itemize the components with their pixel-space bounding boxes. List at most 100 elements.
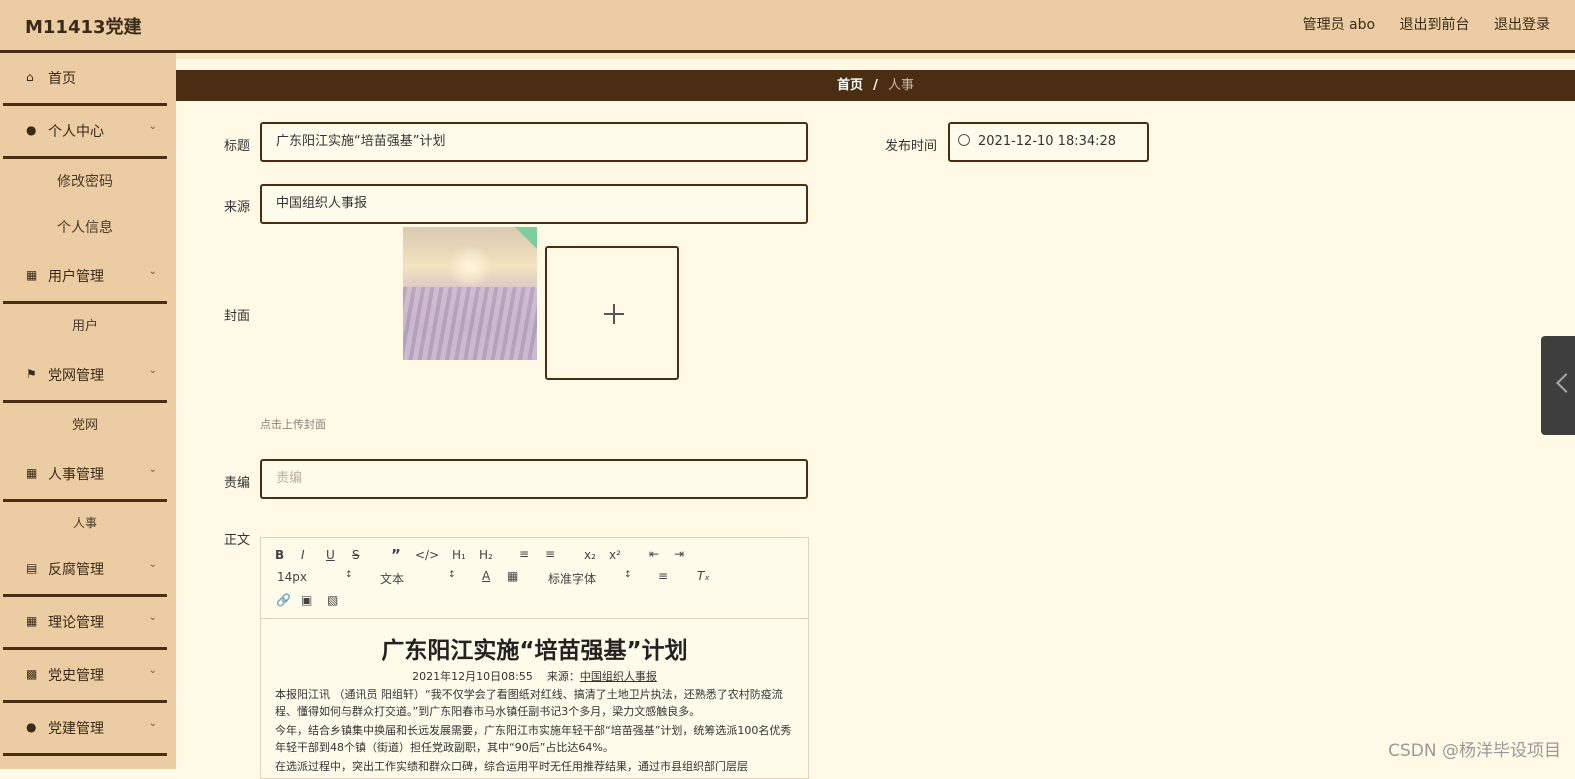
sidebar-item-label: 用户管理 bbox=[48, 269, 104, 285]
rich-text-editor[interactable]: B I U S ” </> H₁ H₂ ≡ ≡ x₂ x² ⇤ ⇥ 14px ↕… bbox=[260, 537, 809, 779]
bold-icon[interactable]: B bbox=[275, 548, 284, 562]
sidebar-item-label: 首页 bbox=[48, 71, 76, 87]
source-input[interactable]: 中国组织人事报 bbox=[260, 184, 808, 224]
sidebar-sub-personal-info[interactable]: 个人信息 bbox=[3, 205, 167, 251]
subscript-icon[interactable]: x₂ bbox=[584, 548, 596, 562]
sidebar-item-label: 党网管理 bbox=[48, 368, 104, 384]
sidebar-sub-party-web[interactable]: 党网 bbox=[3, 403, 167, 449]
app-title: M11413党建 bbox=[25, 17, 142, 38]
chevron-left-icon bbox=[1556, 373, 1575, 393]
bullet-list-icon[interactable]: ≡ bbox=[545, 547, 555, 561]
header-actions: 管理员 abo 退出到前台 退出登录 bbox=[1283, 14, 1550, 34]
chevron-updown-icon: ↕ bbox=[448, 570, 456, 580]
upload-success-icon bbox=[515, 227, 537, 249]
sidebar: ⌂ 首页 ● 个人中心 ⌄ 修改密码 个人信息 ▦ 用户管理 ⌄ 用户 ⚑ 党网… bbox=[0, 53, 176, 769]
chevron-down-icon: ⌄ bbox=[148, 612, 157, 623]
article-date: 2021年12月10日08:55 bbox=[412, 670, 533, 683]
font-family-select[interactable]: 标准字体 bbox=[548, 570, 596, 587]
article-source[interactable]: 中国组织人事报 bbox=[580, 670, 657, 683]
cover-upload-hint: 点击上传封面 bbox=[260, 418, 326, 431]
article-source-label: 来源： bbox=[546, 670, 580, 683]
edit-form: 标题 广东阳江实施“培苗强基”计划 发布时间 2021-12-10 18:34:… bbox=[176, 101, 1575, 779]
sidebar-sub-change-password[interactable]: 修改密码 bbox=[3, 159, 167, 205]
editor-content[interactable]: 广东阳江实施“培苗强基”计划 2021年12月10日08:55 来源：中国组织人… bbox=[261, 619, 808, 775]
publish-time-value: 2021-12-10 18:34:28 bbox=[978, 134, 1117, 149]
breadcrumb-home[interactable]: 首页 bbox=[837, 78, 863, 93]
to-front-link[interactable]: 退出到前台 bbox=[1400, 17, 1470, 33]
sidebar-item-theory[interactable]: ▦ 理论管理 ⌄ bbox=[3, 597, 167, 650]
background-color-icon[interactable]: ▦ bbox=[507, 569, 518, 583]
publish-time-input[interactable]: 2021-12-10 18:34:28 bbox=[948, 122, 1149, 162]
text-color-icon[interactable]: A bbox=[482, 569, 490, 583]
chevron-updown-icon: ↕ bbox=[345, 570, 353, 580]
sidebar-item-party-history[interactable]: ▩ 党史管理 ⌄ bbox=[3, 650, 167, 703]
strike-icon[interactable]: S bbox=[352, 548, 360, 562]
title-input[interactable]: 广东阳江实施“培苗强基”计划 bbox=[260, 122, 808, 162]
grid-icon: ▦ bbox=[26, 466, 38, 480]
heading1-icon[interactable]: H₁ bbox=[452, 548, 466, 562]
grid-icon: ▦ bbox=[26, 268, 38, 282]
cover-image-sun bbox=[448, 245, 492, 289]
superscript-icon[interactable]: x² bbox=[609, 548, 621, 562]
cover-image-field bbox=[403, 287, 537, 360]
publish-time-label: 发布时间 bbox=[885, 139, 938, 154]
ordered-list-icon[interactable]: ≡ bbox=[519, 547, 529, 561]
chevron-down-icon: ⌄ bbox=[148, 464, 157, 475]
side-drawer-toggle[interactable] bbox=[1541, 336, 1575, 435]
cover-upload-button[interactable] bbox=[545, 246, 679, 380]
indent-icon[interactable]: ⇥ bbox=[674, 547, 684, 561]
sidebar-item-party-building[interactable]: ● 党建管理 ⌄ bbox=[3, 703, 167, 756]
chevron-down-icon: ⌄ bbox=[148, 365, 157, 376]
code-icon[interactable]: </> bbox=[415, 548, 439, 562]
sidebar-sub-hr[interactable]: 人事 bbox=[3, 502, 167, 544]
home-icon: ⌂ bbox=[26, 70, 34, 84]
source-label: 来源 bbox=[224, 200, 251, 215]
editor-toolbar: B I U S ” </> H₁ H₂ ≡ ≡ x₂ x² ⇤ ⇥ 14px ↕… bbox=[261, 538, 808, 619]
article-paragraph: 今年，结合乡镇集中换届和长远发展需要，广东阳江市实施年轻干部“培苗强基”计划，统… bbox=[275, 724, 792, 754]
sidebar-item-hr-management[interactable]: ▦ 人事管理 ⌄ bbox=[3, 449, 167, 502]
sidebar-sub-users[interactable]: 用户 bbox=[3, 304, 167, 350]
body-label: 正文 bbox=[224, 533, 251, 548]
heading2-icon[interactable]: H₂ bbox=[479, 548, 493, 562]
sidebar-item-home[interactable]: ⌂ 首页 bbox=[3, 53, 167, 106]
block-format-select[interactable]: 文本 bbox=[380, 570, 404, 587]
user-icon: ● bbox=[26, 123, 37, 137]
cover-label: 封面 bbox=[224, 309, 251, 324]
sidebar-item-party-web[interactable]: ⚑ 党网管理 ⌄ bbox=[3, 350, 167, 403]
sidebar-item-anti-corruption[interactable]: ▤ 反腐管理 ⌄ bbox=[3, 544, 167, 597]
chevron-down-icon: ⌄ bbox=[148, 559, 157, 570]
image-icon[interactable]: ▣ bbox=[301, 593, 312, 607]
chat-icon: ▩ bbox=[26, 667, 38, 681]
sidebar-item-label: 理论管理 bbox=[48, 615, 104, 631]
breadcrumb-separator: / bbox=[873, 78, 878, 93]
main-top-strip bbox=[176, 53, 1575, 59]
plus-icon-vertical bbox=[613, 304, 615, 324]
article-heading: 广东阳江实施“培苗强基”计划 bbox=[381, 638, 688, 664]
outdent-icon[interactable]: ⇤ bbox=[649, 547, 659, 561]
current-user[interactable]: 管理员 abo bbox=[1303, 17, 1375, 33]
sidebar-item-label: 反腐管理 bbox=[48, 562, 104, 578]
sidebar-item-label: 个人中心 bbox=[48, 124, 104, 140]
cover-image[interactable] bbox=[403, 227, 537, 360]
logout-link[interactable]: 退出登录 bbox=[1494, 17, 1550, 33]
sidebar-item-label: 党史管理 bbox=[48, 668, 104, 684]
clear-format-icon[interactable]: Tₓ bbox=[697, 569, 710, 583]
article-paragraph: 本报阳江讯 （通讯员 阳组轩）“我不仅学会了看图纸对红线、搞清了土地卫片执法，还… bbox=[275, 688, 783, 718]
sidebar-item-user-management[interactable]: ▦ 用户管理 ⌄ bbox=[3, 251, 167, 304]
video-icon[interactable]: ▧ bbox=[327, 593, 338, 607]
clipboard-icon: ▤ bbox=[26, 561, 38, 575]
font-size-select[interactable]: 14px bbox=[277, 570, 307, 584]
underline-icon[interactable]: U bbox=[326, 548, 335, 562]
sidebar-item-personal-center[interactable]: ● 个人中心 ⌄ bbox=[3, 106, 167, 159]
chevron-down-icon: ⌄ bbox=[148, 665, 157, 676]
chevron-down-icon: ⌄ bbox=[148, 718, 157, 729]
blockquote-icon[interactable]: ” bbox=[391, 546, 401, 564]
chevron-down-icon: ⌄ bbox=[148, 266, 157, 277]
article-meta: 2021年12月10日08:55 来源：中国组织人事报 bbox=[275, 668, 794, 684]
link-icon[interactable]: 🔗 bbox=[276, 593, 291, 607]
align-icon[interactable]: ≡ bbox=[658, 569, 668, 583]
editor-input[interactable]: 责编 bbox=[260, 459, 808, 499]
italic-icon[interactable]: I bbox=[301, 548, 305, 562]
bulb-icon: ● bbox=[26, 720, 37, 734]
sidebar-item-label: 党建管理 bbox=[48, 721, 104, 737]
